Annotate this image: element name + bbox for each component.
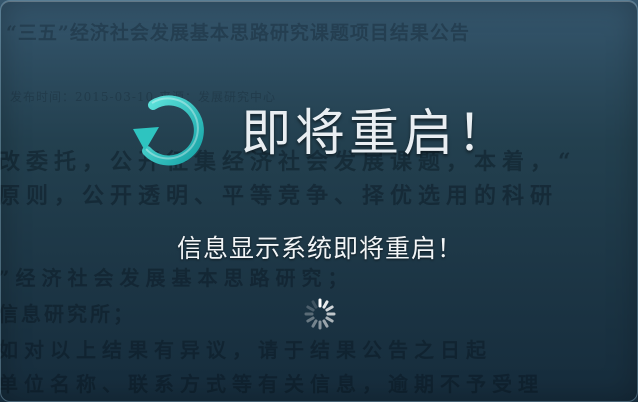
dialog-panel: 即将重启！ 信息显示系统即将重启！ <box>0 0 638 402</box>
status-message: 信息显示系统即将重启！ <box>176 234 463 263</box>
dialog-header: 即将重启！ <box>1 89 638 169</box>
restart-arrow-icon <box>129 89 213 169</box>
restart-overlay: “三五”经济社会发展基本思路研究课题项目结果公告 发布时间：2015-03-10… <box>0 0 638 402</box>
dialog-title: 即将重启！ <box>241 104 511 162</box>
loading-spinner-icon <box>304 298 336 330</box>
